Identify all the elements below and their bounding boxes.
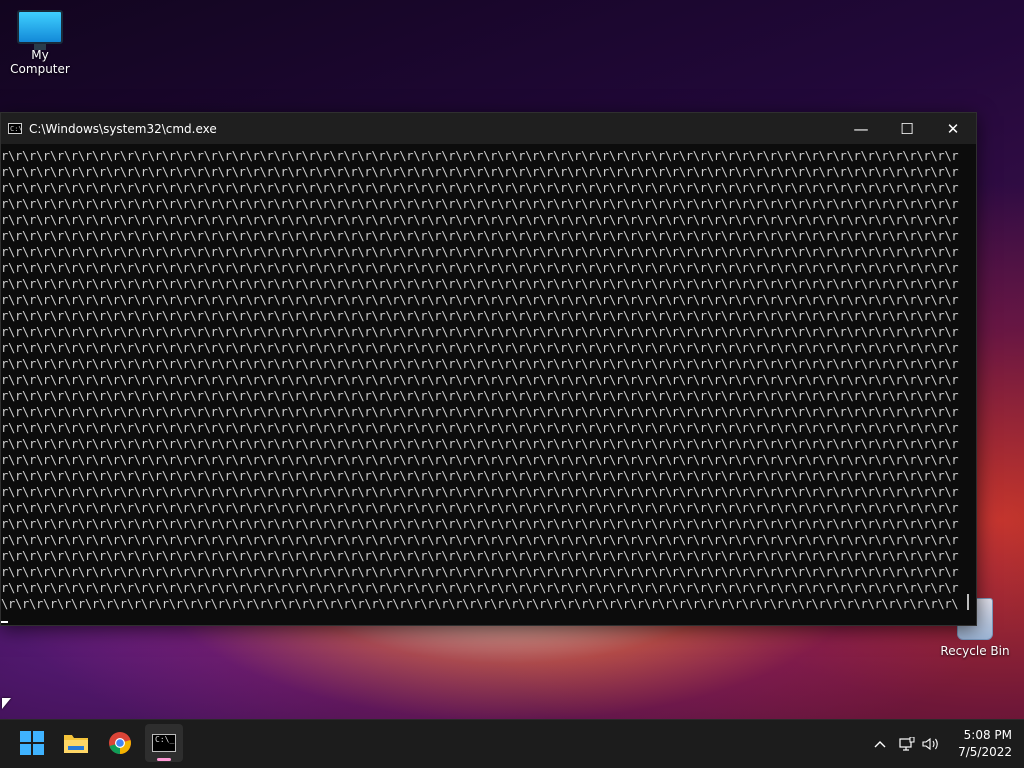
terminal-line: r\r\r\r\r\r\r\r\r\r\r\r\r\r\r\r\r\r\r\r\… (1, 181, 959, 195)
file-explorer-button[interactable] (57, 724, 95, 762)
terminal-line: r\r\r\r\r\r\r\r\r\r\r\r\r\r\r\r\r\r\r\r\… (1, 229, 959, 243)
clock-date: 7/5/2022 (958, 745, 1012, 759)
minimize-button[interactable]: — (838, 113, 884, 144)
terminal-line: r\r\r\r\r\r\r\r\r\r\r\r\r\r\r\r\r\r\r\r\… (1, 245, 959, 259)
network-icon (899, 737, 915, 751)
cmd-icon: C:\_ (152, 734, 176, 752)
terminal-line: r\r\r\r\r\r\r\r\r\r\r\r\r\r\r\r\r\r\r\r\… (1, 213, 959, 227)
start-button[interactable] (13, 724, 51, 762)
windows-logo-icon (20, 731, 44, 755)
terminal-line: r\r\r\r\r\r\r\r\r\r\r\r\r\r\r\r\r\r\r\r\… (1, 341, 959, 355)
terminal-line: r\r\r\r\r\r\r\r\r\r\r\r\r\r\r\r\r\r\r\r\… (1, 261, 959, 275)
chevron-up-icon (874, 741, 886, 748)
active-app-indicator (157, 758, 171, 761)
terminal-line: r\r\r\r\r\r\r\r\r\r\r\r\r\r\r\r\r\r\r\r\… (1, 485, 959, 499)
terminal-line: r\r\r\r\r\r\r\r\r\r\r\r\r\r\r\r\r\r\r\r\… (1, 549, 959, 563)
terminal-line: r\r\r\r\r\r\r\r\r\r\r\r\r\r\r\r\r\r\r\r\… (1, 565, 959, 579)
clock[interactable]: 5:08 PM 7/5/2022 (958, 727, 1012, 761)
clock-time: 5:08 PM (963, 728, 1012, 742)
terminal-line: r\r\r\r\r\r\r\r\r\r\r\r\r\r\r\r\r\r\r\r\… (1, 581, 959, 595)
chrome-button[interactable] (101, 724, 139, 762)
volume-icon (922, 737, 938, 751)
cmd-window[interactable]: C:\ C:\Windows\system32\cmd.exe — ☐ ✕ r\… (0, 112, 977, 626)
desktop-icon-label: My Computer (10, 48, 70, 76)
terminal-prompt-line: \r\r\r\r\r\r\r\r\r\r\r\r\r\r\r\r\r\r\r\r… (1, 597, 959, 611)
show-hidden-icons-button[interactable] (868, 720, 892, 768)
chrome-icon (109, 732, 131, 754)
terminal-line: r\r\r\r\r\r\r\r\r\r\r\r\r\r\r\r\r\r\r\r\… (1, 389, 959, 403)
text-cursor (1, 621, 8, 623)
terminal-line: r\r\r\r\r\r\r\r\r\r\r\r\r\r\r\r\r\r\r\r\… (1, 405, 959, 419)
volume-button[interactable] (920, 720, 942, 768)
terminal-line: r\r\r\r\r\r\r\r\r\r\r\r\r\r\r\r\r\r\r\r\… (1, 373, 959, 387)
terminal-line: r\r\r\r\r\r\r\r\r\r\r\r\r\r\r\r\r\r\r\r\… (1, 421, 959, 435)
terminal-line: r\r\r\r\r\r\r\r\r\r\r\r\r\r\r\r\r\r\r\r\… (1, 469, 959, 483)
monitor-icon (17, 10, 63, 50)
terminal-line: r\r\r\r\r\r\r\r\r\r\r\r\r\r\r\r\r\r\r\r\… (1, 453, 959, 467)
terminal-line: r\r\r\r\r\r\r\r\r\r\r\r\r\r\r\r\r\r\r\r\… (1, 357, 959, 371)
terminal-line: r\r\r\r\r\r\r\r\r\r\r\r\r\r\r\r\r\r\r\r\… (1, 149, 959, 163)
terminal-line: r\r\r\r\r\r\r\r\r\r\r\r\r\r\r\r\r\r\r\r\… (1, 325, 959, 339)
maximize-button[interactable]: ☐ (884, 113, 930, 144)
terminal-line: r\r\r\r\r\r\r\r\r\r\r\r\r\r\r\r\r\r\r\r\… (1, 501, 959, 515)
mouse-pointer-icon (2, 698, 11, 709)
cmd-icon: C:\ (8, 123, 23, 134)
terminal-line: r\r\r\r\r\r\r\r\r\r\r\r\r\r\r\r\r\r\r\r\… (1, 165, 959, 179)
terminal-line: r\r\r\r\r\r\r\r\r\r\r\r\r\r\r\r\r\r\r\r\… (1, 197, 959, 211)
terminal-output[interactable]: r\r\r\r\r\r\r\r\r\r\r\r\r\r\r\r\r\r\r\r\… (1, 144, 959, 624)
taskbar: C:\_ 5:08 PM 7/5/2022 (0, 719, 1024, 768)
cmd-taskbar-button[interactable]: C:\_ (145, 724, 183, 762)
vertical-scrollbar[interactable] (959, 144, 976, 624)
cmd-window-title: C:\Windows\system32\cmd.exe (29, 121, 217, 136)
desktop-icon-label: Recycle Bin (940, 644, 1010, 658)
scrollbar-thumb[interactable] (967, 594, 969, 610)
terminal-line: r\r\r\r\r\r\r\r\r\r\r\r\r\r\r\r\r\r\r\r\… (1, 277, 959, 291)
cmd-titlebar[interactable]: C:\ C:\Windows\system32\cmd.exe — ☐ ✕ (1, 113, 976, 144)
close-button[interactable]: ✕ (930, 113, 976, 144)
terminal-line: r\r\r\r\r\r\r\r\r\r\r\r\r\r\r\r\r\r\r\r\… (1, 293, 959, 307)
terminal-line: r\r\r\r\r\r\r\r\r\r\r\r\r\r\r\r\r\r\r\r\… (1, 517, 959, 531)
network-button[interactable] (896, 720, 918, 768)
terminal-line: r\r\r\r\r\r\r\r\r\r\r\r\r\r\r\r\r\r\r\r\… (1, 533, 959, 547)
terminal-line: r\r\r\r\r\r\r\r\r\r\r\r\r\r\r\r\r\r\r\r\… (1, 437, 959, 451)
desktop-icon-my-computer[interactable]: My Computer (0, 10, 80, 76)
terminal-line: r\r\r\r\r\r\r\r\r\r\r\r\r\r\r\r\r\r\r\r\… (1, 309, 959, 323)
folder-icon (64, 735, 88, 753)
